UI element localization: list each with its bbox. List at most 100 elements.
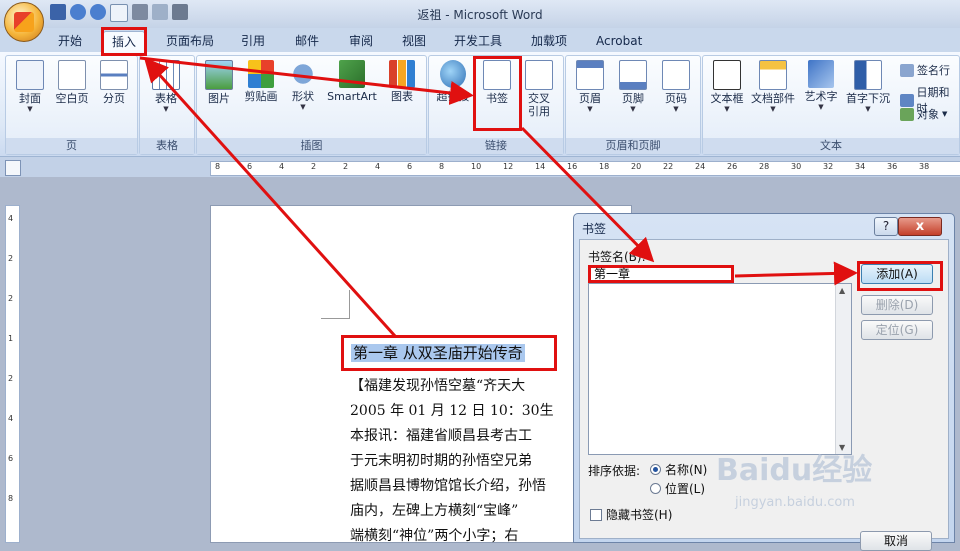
close-button[interactable]: x [898, 217, 942, 236]
smartart-button[interactable]: SmartArt [325, 60, 379, 103]
tab-view[interactable]: 视图 [394, 31, 434, 51]
page-break-button[interactable]: 分页 [92, 60, 136, 105]
group-tables: 表格 ▼ 表格 [139, 55, 195, 155]
wordart-button[interactable]: 艺术字 ▼ [799, 60, 843, 111]
bookmark-name-label: 书签名(B): [588, 250, 646, 264]
group-label-illustrations: 插图 [197, 138, 426, 154]
watermark-url: jingyan.baidu.com [735, 495, 855, 510]
blank-page-button[interactable]: 空白页 [50, 60, 94, 105]
bar-chart-icon [389, 60, 415, 88]
tab-mailings[interactable]: 邮件 [287, 31, 327, 51]
body-line: 据顺昌县博物馆馆长介绍，孙悟 [350, 478, 546, 494]
globe-link-icon [440, 60, 466, 88]
footer-icon [619, 60, 647, 90]
ruler-tick: 4 [279, 162, 285, 171]
office-button[interactable] [4, 2, 44, 42]
bookmark-name-input[interactable]: 第一章 [588, 265, 734, 283]
cancel-button[interactable]: 取消 [860, 531, 932, 551]
header-icon [576, 60, 604, 90]
drop-cap-button[interactable]: 首字下沉 ▼ [843, 60, 893, 113]
page-number-icon [662, 60, 690, 90]
baidu-watermark: Baidu经验 [716, 453, 873, 488]
group-header-footer: 页眉 ▼ 页脚 ▼ 页码 ▼ 页眉和页脚 [565, 55, 701, 155]
wordart-icon [808, 60, 834, 88]
object-icon [900, 107, 914, 121]
ruler-tick: 34 [855, 162, 866, 171]
highlight-insert-tab [101, 27, 147, 56]
ruler-tick: 10 [471, 162, 482, 171]
object-button[interactable]: 对象 ▼ [900, 106, 947, 122]
radio-icon [650, 483, 661, 494]
quick-parts-button[interactable]: 文档部件 ▼ [749, 60, 797, 113]
radio-selected-icon [650, 464, 661, 475]
sort-by-location-radio[interactable]: 位置(L) [650, 480, 705, 497]
tab-acrobat[interactable]: Acrobat [588, 31, 650, 51]
ruler-tick: 2 [8, 254, 14, 263]
ruler-tick: 20 [631, 162, 642, 171]
ruler-tick: 30 [791, 162, 802, 171]
cover-page-button[interactable]: 封面 ▼ [8, 60, 52, 113]
table-icon [152, 60, 180, 90]
cross-reference-button[interactable]: 交叉 引用 [517, 60, 561, 118]
group-label-tables: 表格 [140, 138, 194, 154]
page-break-icon [100, 60, 128, 90]
ruler-tick: 6 [407, 162, 413, 171]
ruler-tick: 4 [375, 162, 381, 171]
cross-reference-icon [525, 60, 553, 90]
hyperlink-button[interactable]: 超链接 [431, 60, 475, 103]
ruler-tick: 8 [439, 162, 445, 171]
sort-by-name-radio[interactable]: 名称(N) [650, 461, 707, 478]
shapes-button[interactable]: 形状 ▼ [281, 60, 325, 111]
hidden-bookmarks-checkbox[interactable]: 隐藏书签(H) [590, 506, 672, 523]
picture-button[interactable]: 图片 [197, 60, 241, 105]
table-button[interactable]: 表格 ▼ [144, 60, 188, 113]
ruler-tick: 8 [8, 494, 14, 503]
body-line: 端横刻“神位”两个小字；右 [350, 528, 519, 544]
bookmark-list[interactable]: ▲ ▼ [588, 283, 852, 455]
horizontal-ruler[interactable]: 8 6 4 2 2 4 6 8 10 12 14 16 18 20 22 24 26 28 30 32 34 36 38 [210, 161, 960, 176]
tab-addins[interactable]: 加载项 [523, 31, 575, 51]
tab-references[interactable]: 引用 [233, 31, 273, 51]
group-illustrations: 图片 剪贴画 形状 ▼ SmartArt 图表 插图 [196, 55, 427, 155]
chart-button[interactable]: 图表 [380, 60, 424, 103]
body-line: 2005 年 01 月 12 日 10：30生 [350, 403, 554, 419]
ruler-tick: 14 [535, 162, 546, 171]
ruler-tick: 16 [567, 162, 578, 171]
tab-selector[interactable] [5, 160, 21, 176]
vertical-ruler[interactable]: 4 2 2 1 2 4 6 8 [5, 205, 20, 543]
tab-review[interactable]: 审阅 [341, 31, 381, 51]
help-button[interactable]: ? [874, 217, 898, 236]
document-body[interactable]: 【福建发现孙悟空墓“齐天大 2005 年 01 月 12 日 10：30生 本报… [350, 374, 580, 549]
footer-button[interactable]: 页脚 ▼ [611, 60, 655, 113]
page-number-button[interactable]: 页码 ▼ [654, 60, 698, 113]
ruler-tick: 18 [599, 162, 610, 171]
scroll-up-icon[interactable]: ▲ [839, 286, 845, 295]
ruler-tick: 28 [759, 162, 770, 171]
delete-button[interactable]: 删除(D) [861, 295, 933, 315]
tab-home[interactable]: 开始 [50, 31, 90, 51]
dialog-title: 书签 [582, 222, 607, 236]
text-box-button[interactable]: 文本框 ▼ [705, 60, 749, 113]
tab-developer[interactable]: 开发工具 [446, 31, 510, 51]
checkbox-icon [590, 508, 602, 521]
ruler-tick: 6 [8, 454, 14, 463]
clipart-icon [248, 60, 274, 88]
header-button[interactable]: 页眉 ▼ [568, 60, 612, 113]
ruler-tick: 1 [8, 334, 14, 343]
signature-line-button[interactable]: 签名行 [900, 62, 950, 78]
chapter-heading[interactable]: 第一章 从双圣庙开始传奇 [341, 335, 557, 371]
body-line: 【福建发现孙悟空墓“齐天大 [350, 378, 526, 394]
highlight-add-button [857, 261, 943, 291]
picture-icon [205, 60, 233, 90]
goto-button[interactable]: 定位(G) [861, 320, 933, 340]
smartart-icon [339, 60, 365, 88]
ruler-tick: 4 [8, 214, 14, 223]
ruler-tick: 2 [8, 374, 14, 383]
ruler-tick: 2 [311, 162, 317, 171]
ruler-tick: 26 [727, 162, 738, 171]
blank-page-icon [58, 60, 86, 90]
ruler-tick: 12 [503, 162, 514, 171]
list-scrollbar[interactable]: ▲ ▼ [835, 284, 851, 454]
tab-page-layout[interactable]: 页面布局 [158, 31, 222, 51]
clipart-button[interactable]: 剪贴画 [239, 60, 283, 103]
